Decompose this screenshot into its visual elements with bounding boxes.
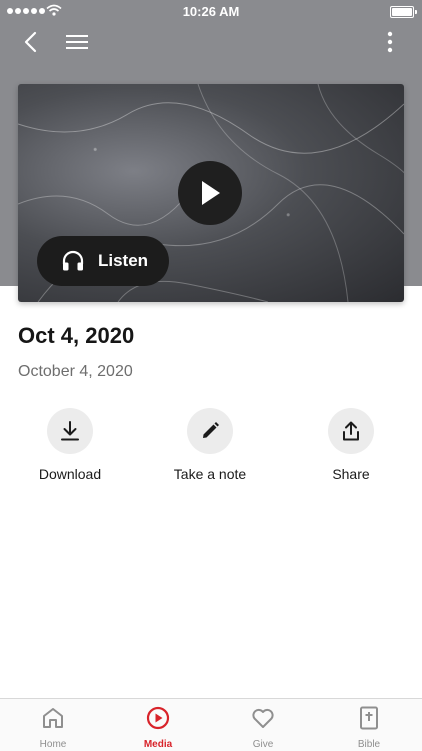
bible-icon [360, 706, 378, 730]
home-icon [43, 708, 63, 728]
bottom-tab-bar: Home Media Give Bible [0, 698, 422, 751]
more-options-icon[interactable] [378, 30, 402, 54]
play-button[interactable] [178, 161, 242, 225]
download-icon [61, 421, 79, 441]
page-subtitle-date: October 4, 2020 [18, 363, 133, 380]
take-a-note-label: Take a note [173, 466, 247, 482]
share-button[interactable]: Share [291, 408, 411, 482]
media-play-icon [146, 706, 170, 730]
tab-home[interactable]: Home [13, 705, 93, 750]
listen-button[interactable]: Listen [37, 236, 169, 286]
share-icon [343, 421, 359, 441]
back-icon[interactable] [20, 30, 44, 54]
play-icon [202, 181, 220, 205]
share-label: Share [332, 466, 370, 482]
download-label: Download [38, 466, 102, 482]
pencil-icon [203, 422, 219, 438]
media-thumbnail[interactable]: Listen [18, 84, 404, 302]
tab-home-label: Home [39, 739, 67, 750]
tab-media[interactable]: Media [118, 705, 198, 750]
page-title: Oct 4, 2020 [18, 323, 135, 348]
tab-give-label: Give [252, 739, 274, 750]
tab-give[interactable]: Give [223, 705, 303, 750]
tab-media-label: Media [143, 739, 173, 750]
menu-icon[interactable] [64, 30, 90, 54]
tab-bible[interactable]: Bible [329, 705, 409, 750]
download-button[interactable]: Download [10, 408, 130, 482]
battery-icon [390, 6, 417, 18]
heart-icon [252, 708, 274, 728]
tab-bible-label: Bible [357, 739, 381, 750]
status-bar: 10:26 AM [0, 0, 422, 22]
listen-label: Listen [98, 251, 149, 270]
headphones-icon [62, 250, 84, 271]
take-a-note-button[interactable]: Take a note [150, 408, 270, 482]
status-time: 10:26 AM [182, 4, 240, 19]
